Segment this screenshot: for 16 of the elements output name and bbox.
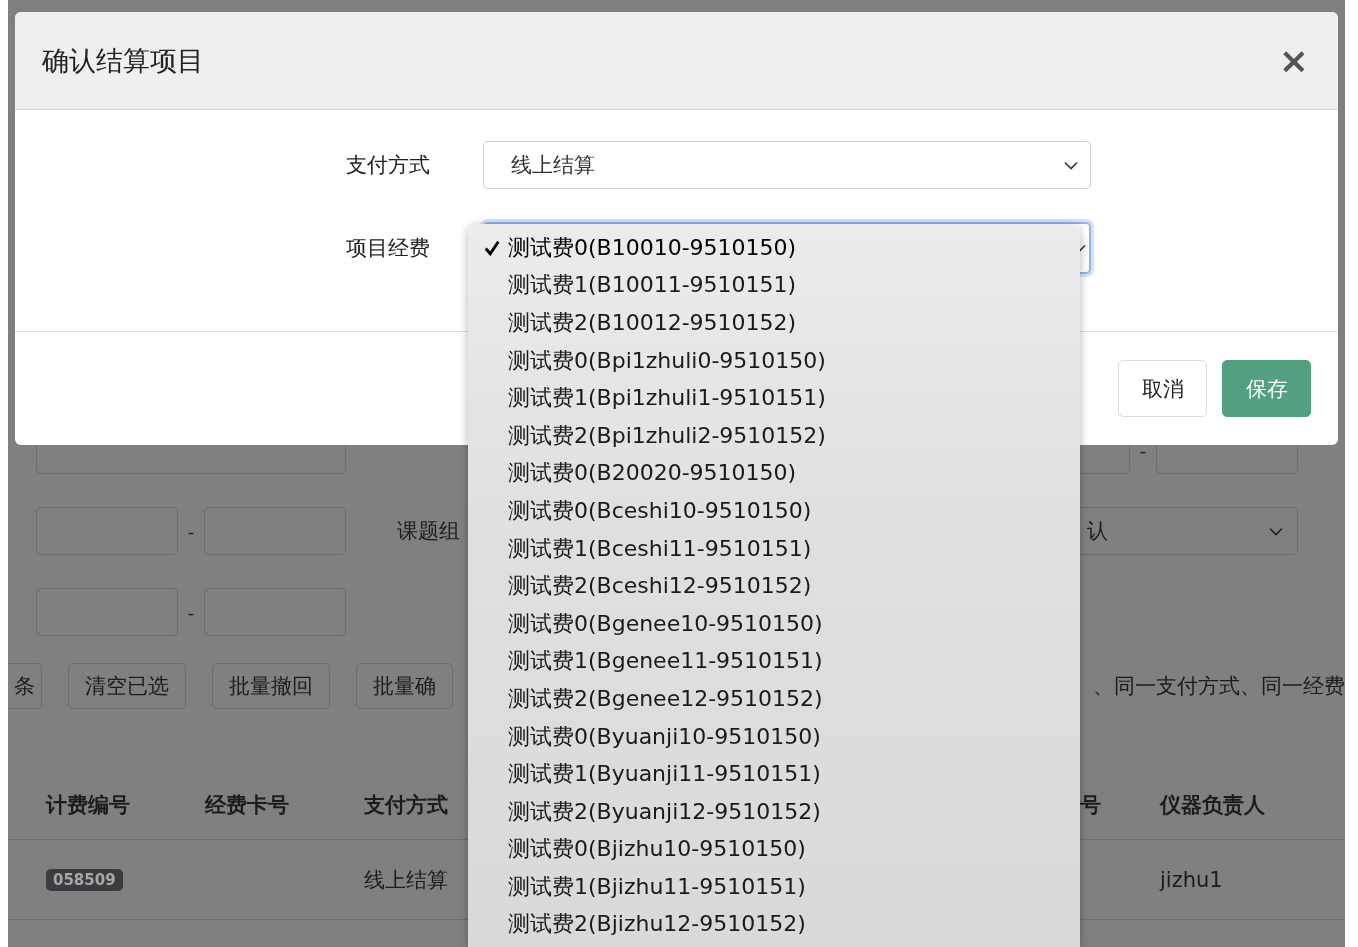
table-cell: jizhu1 xyxy=(1160,867,1223,892)
column-header: 经费卡号 xyxy=(205,793,289,817)
range-separator: - xyxy=(186,520,196,542)
column-header: 支付方式 xyxy=(364,793,448,817)
column-header: 号 xyxy=(1080,793,1101,817)
id-badge: 058509 xyxy=(46,868,123,891)
dialog-title: 确认结算项目 xyxy=(42,43,205,78)
field-label: 支付方式 xyxy=(346,153,430,177)
column-header: 仪器负责人 xyxy=(1160,793,1265,817)
range-separator: - xyxy=(186,601,196,623)
hint-text: 、同一支付方式、同一经费 xyxy=(1093,673,1345,700)
field-label: 课题组 xyxy=(397,519,460,543)
range-separator: - xyxy=(1138,439,1148,461)
column-header: 计费编号 xyxy=(46,793,130,817)
table-cell: 线上结算 xyxy=(364,867,448,892)
field-label: 项目经费 xyxy=(346,236,430,260)
